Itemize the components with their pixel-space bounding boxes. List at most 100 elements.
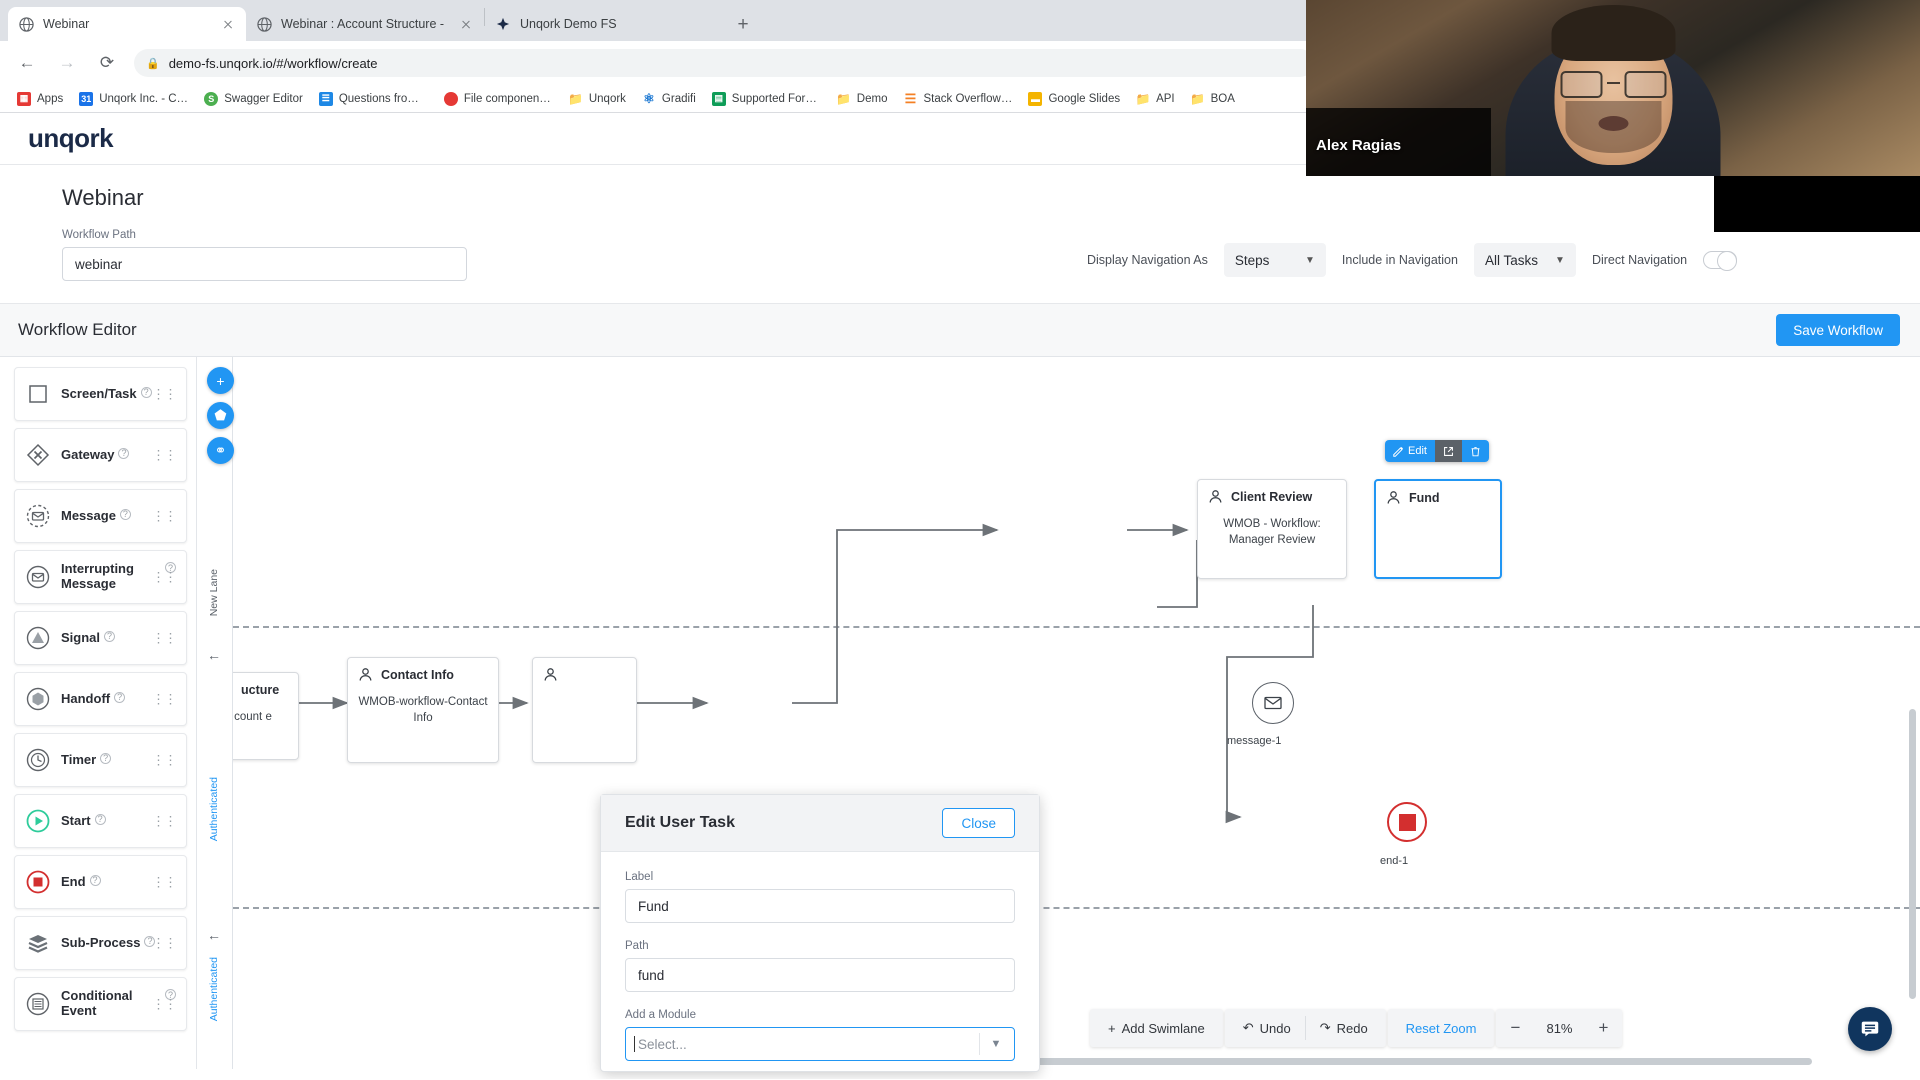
bookmark-item[interactable]: File component |... bbox=[436, 89, 561, 109]
unqork-logo[interactable]: unqork bbox=[28, 123, 114, 154]
bookmark-item[interactable]: S Swagger Editor bbox=[196, 89, 311, 109]
link-tool[interactable]: ⚭ bbox=[207, 437, 234, 464]
help-icon[interactable]: ? bbox=[100, 752, 112, 764]
path-field-input[interactable] bbox=[625, 958, 1015, 992]
palette-item-interrupting-message[interactable]: Interrupting Message? ⋮⋮ bbox=[14, 550, 187, 604]
help-icon[interactable]: ? bbox=[104, 630, 116, 642]
display-navigation-select[interactable]: Steps ▼ bbox=[1223, 243, 1326, 277]
address-bar[interactable]: 🔒 demo-fs.unqork.io/#/workflow/create bbox=[134, 49, 1314, 77]
include-in-navigation-label: Include in Navigation bbox=[1341, 253, 1458, 267]
workflow-node-hidden[interactable] bbox=[532, 657, 637, 763]
edit-user-task-modal: Edit User Task Close Label Path Add a Mo… bbox=[600, 794, 1040, 1072]
workflow-canvas[interactable]: ← New Lane ← Authenticated ← Authenticat… bbox=[196, 357, 1920, 1069]
drag-handle[interactable]: ⋮⋮ bbox=[152, 631, 177, 644]
bookmark-label: Supported Formul... bbox=[731, 92, 821, 105]
workflow-path-input[interactable] bbox=[62, 247, 467, 281]
help-icon[interactable]: ? bbox=[94, 813, 106, 825]
modal-close-button[interactable]: Close bbox=[942, 808, 1015, 838]
palette-item-start[interactable]: Start? ⋮⋮ bbox=[14, 794, 187, 848]
undo-button[interactable]: ↶ Undo bbox=[1229, 1009, 1305, 1047]
browser-tab-3[interactable]: Unqork Demo FS bbox=[485, 7, 723, 41]
bookmark-item[interactable]: 31 Unqork Inc. - Cale... bbox=[71, 89, 196, 109]
palette-item-timer[interactable]: Timer? ⋮⋮ bbox=[14, 733, 187, 787]
workflow-node-end-1[interactable] bbox=[1387, 802, 1427, 842]
add-node-tool[interactable]: + bbox=[207, 367, 234, 394]
node-edit-button[interactable]: Edit bbox=[1385, 440, 1435, 462]
add-module-select[interactable]: Select... ▼ bbox=[625, 1027, 1015, 1061]
close-icon[interactable] bbox=[220, 16, 236, 32]
lane-collapse-icon[interactable]: ← bbox=[207, 927, 221, 943]
palette-item-screen-task[interactable]: Screen/Task? ⋮⋮ bbox=[14, 367, 187, 421]
drag-handle[interactable]: ⋮⋮ bbox=[152, 509, 177, 522]
bookmark-item[interactable]: ⚛ Gradifi bbox=[634, 89, 704, 109]
node-open-button[interactable] bbox=[1434, 440, 1462, 462]
palette-item-label: Screen/Task bbox=[61, 385, 137, 401]
drag-handle[interactable]: ⋮⋮ bbox=[152, 814, 177, 827]
modal-body: Label Path Add a Module Select... ▼ bbox=[601, 852, 1039, 1071]
external-link-icon bbox=[1443, 446, 1454, 457]
drag-handle[interactable]: ⋮⋮ bbox=[152, 753, 177, 766]
palette-item-conditional-event[interactable]: Conditional Event? ⋮⋮ bbox=[14, 977, 187, 1031]
bookmark-item[interactable]: 📁 BOA bbox=[1183, 89, 1243, 109]
workflow-node-client-review[interactable]: Client Review WMOB - Workflow: Manager R… bbox=[1197, 479, 1347, 579]
browser-tab-2[interactable]: Webinar : Account Structure - bbox=[246, 7, 484, 41]
vertical-scrollbar[interactable] bbox=[1909, 709, 1916, 999]
bookmark-item[interactable]: 📁 API bbox=[1128, 89, 1183, 109]
node-header: Fund bbox=[1376, 481, 1500, 508]
help-icon[interactable]: ? bbox=[140, 386, 152, 398]
bookmark-item[interactable]: ☰ Questions from ne... bbox=[311, 89, 436, 109]
palette-item-sub-process[interactable]: Sub-Process? ⋮⋮ bbox=[14, 916, 187, 970]
bookmark-item[interactable]: 📁 Unqork bbox=[561, 89, 634, 109]
node-delete-button[interactable] bbox=[1461, 440, 1489, 462]
workflow-node-fund[interactable]: Fund bbox=[1374, 479, 1502, 579]
direct-navigation-toggle[interactable] bbox=[1703, 251, 1738, 271]
bookmark-label: Unqork bbox=[588, 92, 626, 105]
zoom-in-button[interactable]: + bbox=[1588, 1018, 1618, 1038]
stack-icon: ☰ bbox=[904, 90, 917, 106]
unqork-app: unqork App Builder Administration Webina… bbox=[0, 113, 1920, 1079]
include-in-navigation-select[interactable]: All Tasks ▼ bbox=[1473, 243, 1576, 277]
save-workflow-button[interactable]: Save Workflow bbox=[1776, 314, 1900, 346]
reload-icon[interactable]: ⟳ bbox=[92, 48, 122, 78]
chat-fab-button[interactable] bbox=[1848, 1007, 1892, 1051]
back-icon[interactable]: ← bbox=[12, 48, 42, 78]
palette-item-message[interactable]: Message? ⋮⋮ bbox=[14, 489, 187, 543]
drag-handle[interactable]: ⋮⋮ bbox=[152, 570, 177, 583]
zoom-out-button[interactable]: − bbox=[1500, 1018, 1530, 1038]
bookmark-item[interactable]: ▦ Apps bbox=[9, 89, 71, 109]
palette-item-handoff[interactable]: Handoff? ⋮⋮ bbox=[14, 672, 187, 726]
workflow-node-message-1[interactable] bbox=[1252, 682, 1294, 724]
help-icon[interactable]: ? bbox=[119, 508, 131, 520]
user-task-icon bbox=[1385, 489, 1402, 506]
lane-collapse-icon[interactable]: ← bbox=[207, 647, 221, 663]
close-icon[interactable] bbox=[458, 16, 474, 32]
reset-zoom-button[interactable]: Reset Zoom bbox=[1392, 1009, 1491, 1047]
help-icon[interactable]: ? bbox=[118, 447, 130, 459]
palette-item-signal[interactable]: Signal? ⋮⋮ bbox=[14, 611, 187, 665]
redo-button[interactable]: ↷ Redo bbox=[1306, 1009, 1382, 1047]
drag-handle[interactable]: ⋮⋮ bbox=[152, 387, 177, 400]
bookmark-item[interactable]: ▤ Supported Formul... bbox=[704, 89, 829, 109]
pan-tool[interactable]: ⬟ bbox=[207, 402, 234, 429]
help-icon[interactable]: ? bbox=[114, 691, 126, 703]
drag-handle[interactable]: ⋮⋮ bbox=[152, 936, 177, 949]
bookmark-item[interactable]: 📁 Demo bbox=[829, 89, 896, 109]
palette-item-gateway[interactable]: Gateway? ⋮⋮ bbox=[14, 428, 187, 482]
label-field-input[interactable] bbox=[625, 889, 1015, 923]
bookmark-item[interactable]: ☰ Stack Overflow -... bbox=[895, 89, 1020, 109]
new-tab-button[interactable]: + bbox=[729, 10, 757, 38]
browser-tab-1[interactable]: Webinar bbox=[8, 7, 246, 41]
undo-label: Undo bbox=[1259, 1020, 1291, 1036]
chevron-down-icon[interactable]: ▼ bbox=[980, 1038, 1012, 1050]
drag-handle[interactable]: ⋮⋮ bbox=[152, 997, 177, 1010]
forward-icon[interactable]: → bbox=[52, 48, 82, 78]
drag-handle[interactable]: ⋮⋮ bbox=[152, 448, 177, 461]
workflow-node-contact-info[interactable]: Contact Info WMOB-workflow-Contact Info bbox=[347, 657, 499, 763]
help-icon[interactable]: ? bbox=[89, 874, 101, 886]
bookmark-item[interactable]: ▬ Google Slides bbox=[1020, 89, 1128, 109]
drag-handle[interactable]: ⋮⋮ bbox=[152, 692, 177, 705]
palette-item-end[interactable]: End? ⋮⋮ bbox=[14, 855, 187, 909]
history-group: ↶ Undo ↷ Redo bbox=[1224, 1009, 1386, 1047]
drag-handle[interactable]: ⋮⋮ bbox=[152, 875, 177, 888]
add-swimlane-button[interactable]: + Add Swimlane bbox=[1094, 1009, 1219, 1047]
